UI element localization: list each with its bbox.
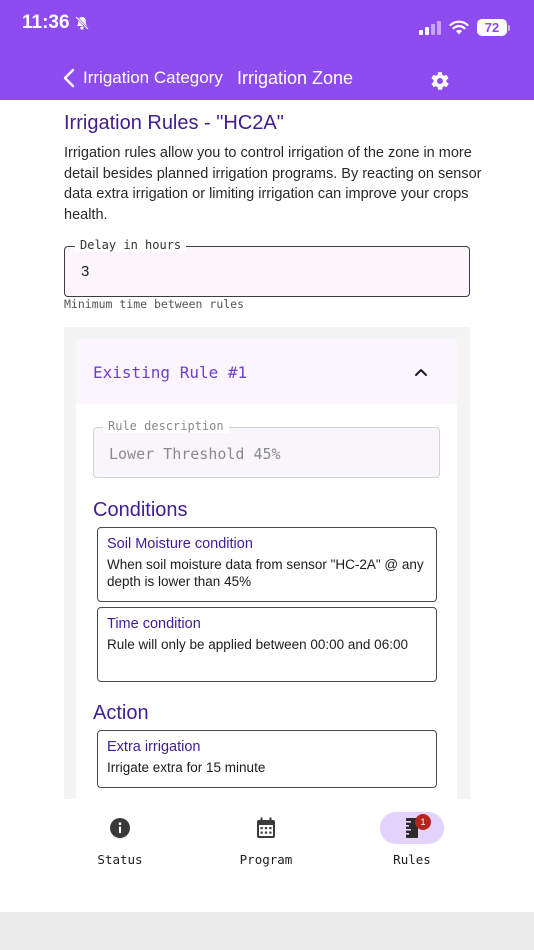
wifi-icon <box>449 20 469 35</box>
chevron-up-icon[interactable] <box>413 364 429 380</box>
breadcrumb-parent[interactable]: Irrigation Category <box>83 68 223 88</box>
delay-helper-text: Minimum time between rules <box>64 297 245 311</box>
nav-status-label: Status <box>97 852 143 867</box>
back-button[interactable] <box>58 64 80 92</box>
status-time: 11:36 <box>22 12 90 34</box>
settings-button[interactable] <box>427 69 451 93</box>
battery-level: 72 <box>477 19 507 36</box>
page-title: Irrigation Rules - "HC2A" <box>64 112 284 134</box>
status-indicators: 72 <box>419 19 510 36</box>
info-icon <box>110 818 130 838</box>
nav-status[interactable]: Status <box>65 812 175 867</box>
nav-rules[interactable]: 1 Rules <box>357 812 467 867</box>
bottom-navigation: Status Program 1 Rules <box>0 800 534 912</box>
time-condition[interactable]: Time condition Rule will only be applied… <box>97 607 437 682</box>
action-text: Irrigate extra for 15 minute <box>107 760 266 775</box>
soil-moisture-condition[interactable]: Soil Moisture condition When soil moistu… <box>97 527 437 602</box>
rule-description-value: Lower Threshold 45% <box>109 445 281 463</box>
action-title: Extra irrigation <box>107 739 201 755</box>
cellular-signal-icon <box>419 20 441 35</box>
rule-header[interactable]: Existing Rule #1 <box>76 339 457 404</box>
extra-irrigation-action[interactable]: Extra irrigation Irrigate extra for 15 m… <box>97 730 437 788</box>
page-intro: Irrigation rules allow you to control ir… <box>64 145 482 223</box>
chevron-left-icon <box>63 68 75 88</box>
condition-text: When soil moisture data from sensor "HC-… <box>107 557 424 589</box>
action-heading: Action <box>93 702 149 724</box>
rule-description-field: Rule description Lower Threshold 45% <box>93 419 440 478</box>
nav-program-label: Program <box>239 852 293 867</box>
condition-title: Soil Moisture condition <box>107 536 253 552</box>
bell-off-icon <box>74 16 89 30</box>
navigation-bar: Irrigation Category Irrigation Zone <box>0 60 534 96</box>
breadcrumb-current: Irrigation Zone <box>237 68 354 88</box>
condition-text: Rule will only be applied between 00:00 … <box>107 637 408 652</box>
calendar-icon <box>257 817 275 838</box>
condition-title: Time condition <box>107 616 201 632</box>
nav-program[interactable]: Program <box>211 812 321 867</box>
nav-rules-label: Rules <box>393 852 431 867</box>
delay-hours-value[interactable]: 3 <box>81 263 89 280</box>
rules-panel: Existing Rule #1 Rule description Lower … <box>64 327 470 799</box>
battery-icon: 72 <box>477 19 510 36</box>
conditions-heading: Conditions <box>93 499 188 521</box>
delay-hours-field[interactable]: Delay in hours 3 <box>64 238 470 297</box>
status-time-label: 11:36 <box>22 12 70 33</box>
rule-card: Existing Rule #1 Rule description Lower … <box>76 339 457 799</box>
app-header: 11:36 72 Irrigation Category Irrigation … <box>0 0 534 100</box>
delay-hours-label: Delay in hours <box>75 238 187 252</box>
gear-icon <box>431 72 449 90</box>
rule-title: Existing Rule #1 <box>93 363 248 382</box>
rules-badge: 1 <box>415 814 431 830</box>
rule-description-label: Rule description <box>103 419 229 433</box>
system-home-area <box>0 912 534 950</box>
